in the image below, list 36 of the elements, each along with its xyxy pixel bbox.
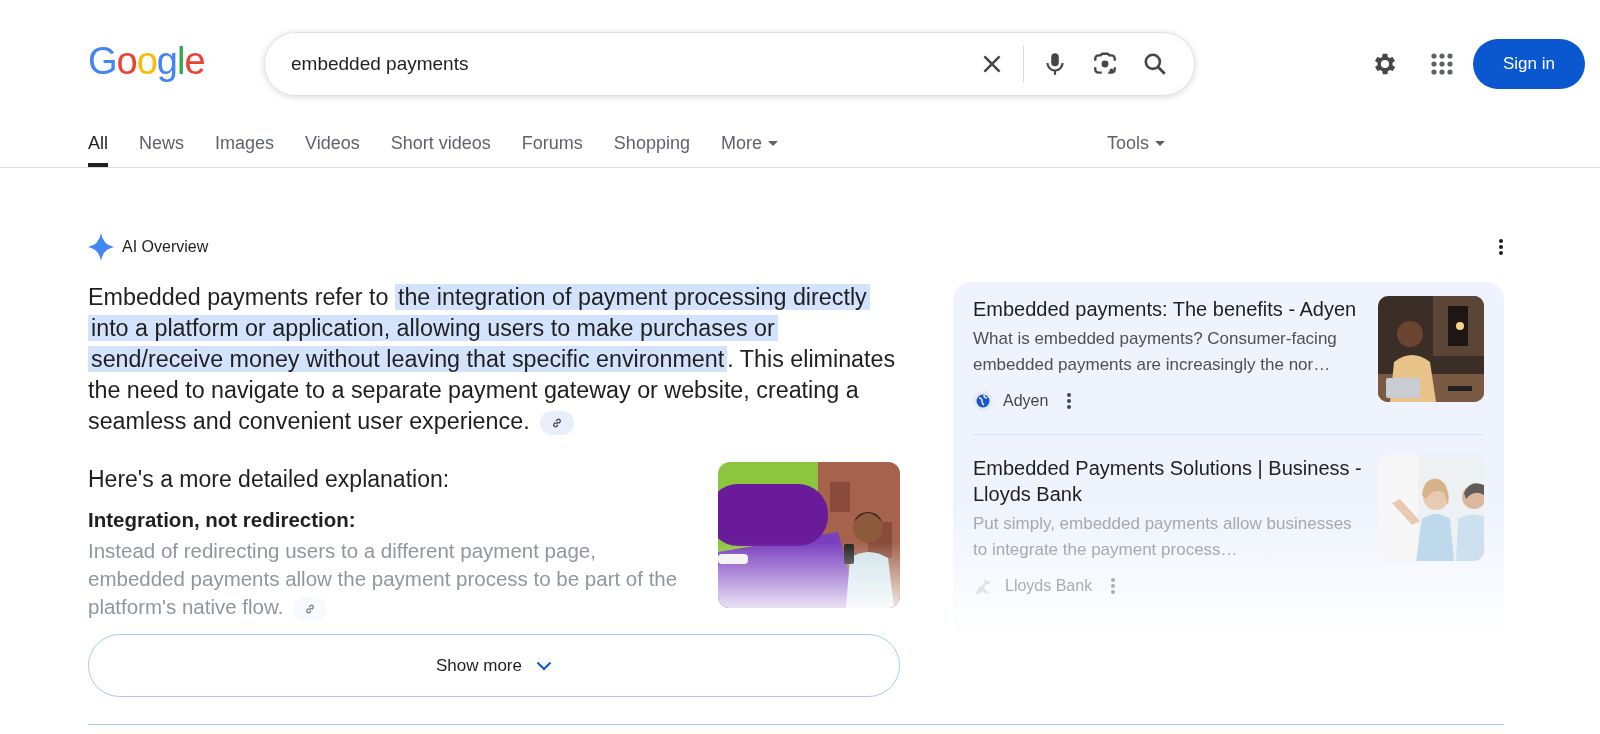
link-button[interactable] [540,410,575,435]
tab[interactable]: Shopping [613,119,690,167]
sparkle-icon [88,233,114,261]
caret-icon [1155,140,1165,146]
lead-text: Here's a more detailed explanation: [88,465,451,494]
link-icon [551,416,564,429]
tab[interactable]: Forums [521,119,583,167]
search-icon[interactable] [1142,51,1168,77]
source-snippet: What is embedded payments? Consumer-facing embedded payments are increasingly the nor… [973,328,1338,376]
tab[interactable]: Short videos [390,119,491,167]
logo[interactable]: Google [88,39,264,83]
source-title[interactable]: Embedded Payments Solutions | Business - Lloyds Bank [973,455,1364,507]
tab[interactable]: News [139,119,185,167]
tools-button[interactable]: Tools [1106,119,1165,167]
source-snippet: Put simply, embedded payments allow businesses to integrate the payment process… [973,513,1353,561]
chevron-down-icon [536,660,552,671]
source-title[interactable]: Embedded payments: The benefits - Adyen [973,296,1364,322]
overview-paragraph: Embedded payments refer to the integration of payment processing directly into a platform or application, allowing users to make purchases or send/receive money without leaving that specific environment. This eliminates the need to navigate to a separate payment gateway or website, creating a seamless and convenient user experience. [88,283,897,437]
tab[interactable]: Videos [305,119,360,167]
sign-in-button[interactable]: Sign in [1473,39,1585,89]
link-icon [304,602,317,615]
show-more-button[interactable]: Show more [88,634,900,697]
section-title: AI Overview [122,238,209,256]
caret-icon [767,140,778,146]
more-icon[interactable] [1066,392,1073,410]
apps-icon[interactable] [1431,53,1453,75]
tab[interactable]: Images [215,119,275,167]
globe-icon [973,391,993,411]
tab[interactable]: All [88,119,108,167]
point-text: Instead of redirecting users to a different payment page, embedded payments allow the payment process to be part of the platform's native flow. [88,537,688,621]
search-input[interactable]: embedded payments [291,53,967,75]
source-name[interactable]: Adyen [1003,392,1049,410]
more-icon[interactable] [1498,238,1504,256]
tab[interactable]: More [720,119,778,167]
camera-icon[interactable] [1092,51,1118,77]
point-heading: Integration, not redirection: [88,507,357,533]
